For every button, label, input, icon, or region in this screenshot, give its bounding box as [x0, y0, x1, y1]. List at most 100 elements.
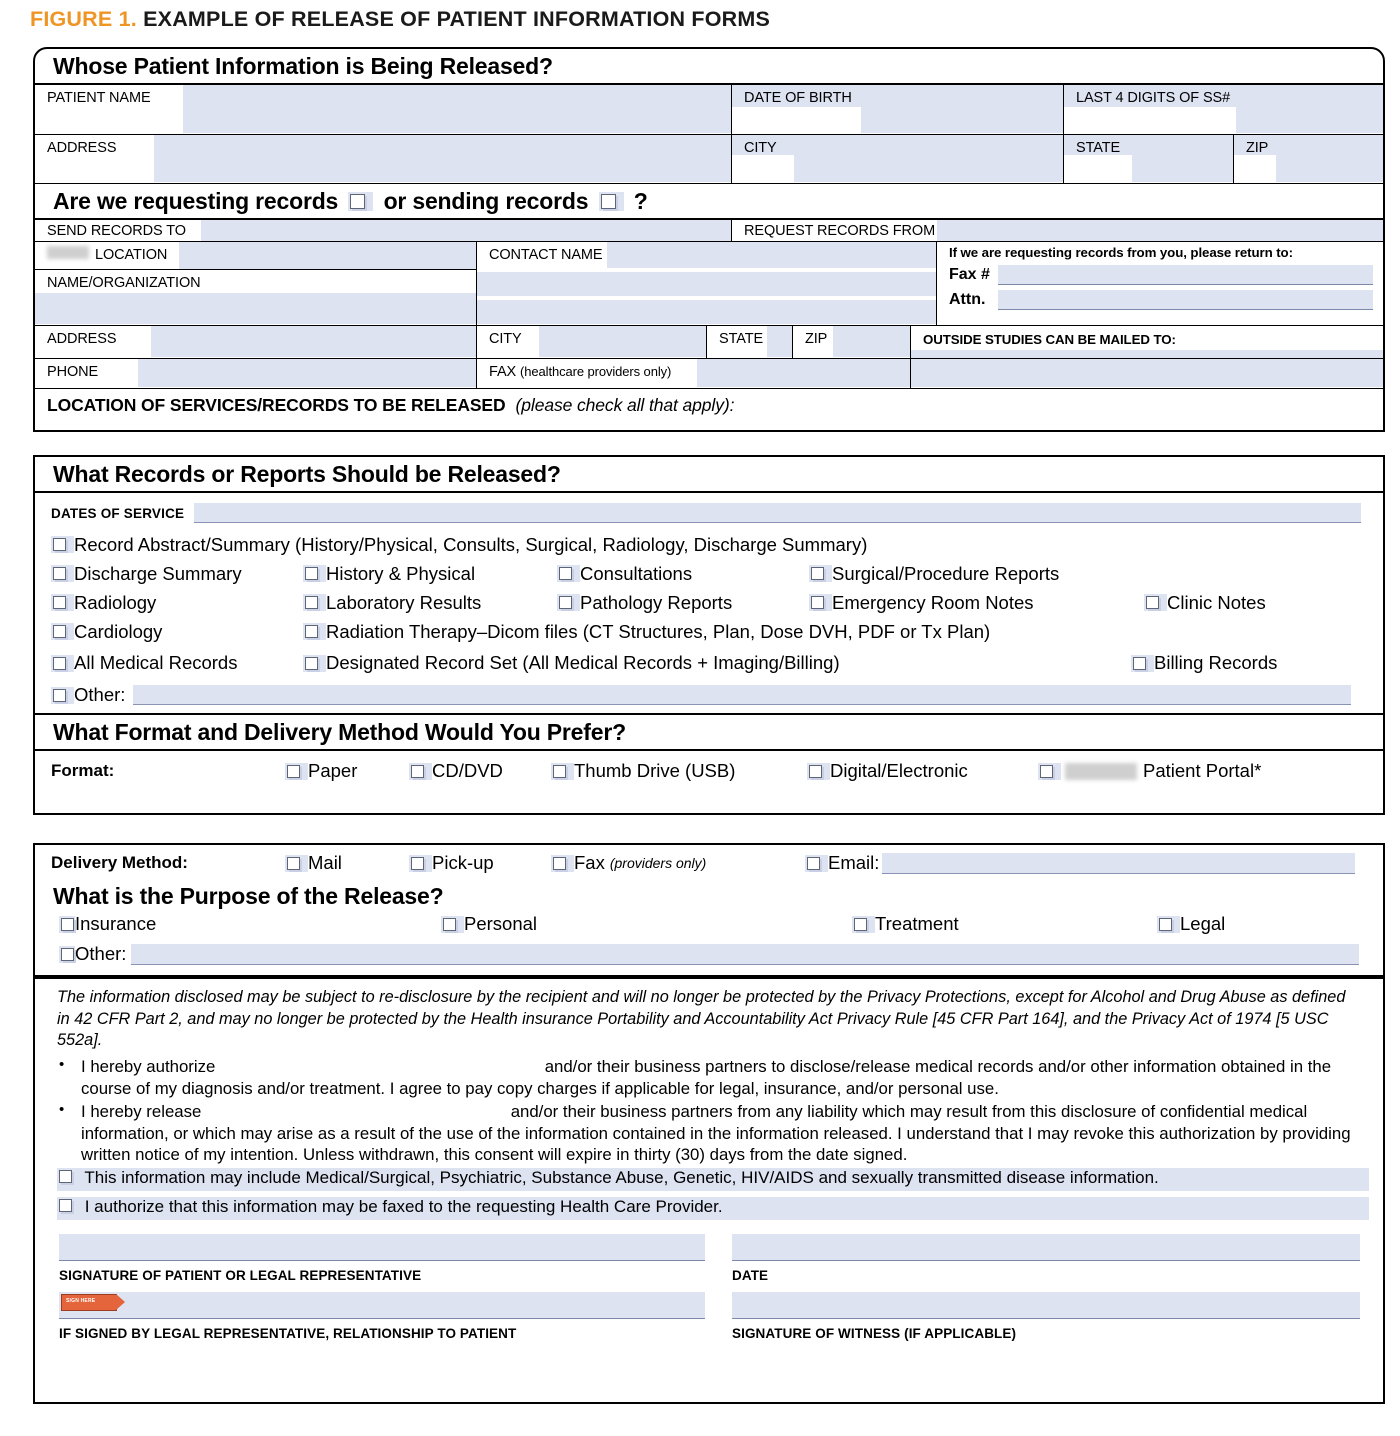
checkbox-item-authorize-fax[interactable]: I authorize that this information may be…	[57, 1197, 1369, 1224]
field-requester-address[interactable]: ADDRESS	[35, 326, 477, 359]
checkbox-item-history-physical[interactable]: History & Physical	[303, 563, 475, 585]
checkbox-item-format-digital-electronic[interactable]: Digital/Electronic	[807, 760, 968, 782]
checkbox-cardiology[interactable]	[53, 625, 66, 639]
checkbox-item-radiation-therapy-dicom[interactable]: Radiation Therapy–Dicom files (CT Struct…	[303, 621, 990, 643]
field-requester-state[interactable]: STATE	[707, 326, 793, 359]
checkbox-format-paper[interactable]	[287, 764, 300, 778]
checkbox-emergency-room-notes[interactable]	[811, 596, 824, 610]
field-last4-ssn[interactable]: LAST 4 DIGITS OF SS#	[1064, 85, 1383, 134]
field-name-organization[interactable]: NAME/ORGANIZATION	[35, 270, 476, 325]
checkbox-item-delivery-email[interactable]: Email:	[805, 852, 1355, 874]
checkbox-format-patient-portal[interactable]	[1040, 764, 1053, 778]
field-fax-providers[interactable]: FAX (healthcare providers only)	[477, 359, 911, 389]
checkbox-all-medical-records[interactable]	[53, 656, 66, 670]
checkbox-surgical-procedure-reports[interactable]	[811, 567, 824, 581]
checkbox-purpose-personal[interactable]	[443, 917, 456, 931]
field-attn[interactable]: Attn.	[949, 290, 1373, 311]
field-contact-name[interactable]: CONTACT NAME	[477, 242, 937, 326]
checkbox-radiology[interactable]	[53, 596, 66, 610]
checkbox-designated-record-set[interactable]	[305, 656, 318, 670]
field-outside-studies[interactable]: OUTSIDE STUDIES CAN BE MAILED TO:	[911, 326, 1383, 359]
checkbox-discharge-summary[interactable]	[53, 567, 66, 581]
checkbox-item-delivery-fax[interactable]: Fax (providers only)	[551, 852, 706, 874]
field-send-records-to[interactable]: SEND RECORDS TO	[35, 220, 732, 242]
label-name-organization: NAME/ORGANIZATION	[47, 275, 201, 292]
checkbox-item-pathology-reports[interactable]: Pathology Reports	[557, 592, 732, 614]
field-requester-city[interactable]: CITY	[477, 326, 707, 359]
checkbox-item-delivery-mail[interactable]: Mail	[285, 852, 342, 874]
checkbox-item-billing-records[interactable]: Billing Records	[1131, 652, 1277, 674]
checkbox-pathology-reports[interactable]	[559, 596, 572, 610]
checkbox-item-emergency-room-notes[interactable]: Emergency Room Notes	[809, 592, 1034, 614]
field-patient-city[interactable]: CITY	[732, 135, 1064, 184]
checkbox-billing-records[interactable]	[1133, 656, 1146, 670]
checkbox-delivery-mail[interactable]	[287, 856, 300, 870]
checkbox-purpose-other[interactable]	[61, 947, 74, 961]
checkbox-item-format-patient-portal[interactable]: Patient Portal*	[1038, 760, 1261, 782]
field-dates-of-service[interactable]: DATES OF SERVICE	[51, 502, 1383, 524]
field-outside-studies-value[interactable]	[911, 359, 1383, 388]
checkbox-sending-records[interactable]	[600, 194, 616, 210]
checkbox-item-clinic-notes[interactable]: Clinic Notes	[1144, 592, 1266, 614]
checkbox-purpose-insurance[interactable]	[61, 917, 74, 931]
checkbox-purpose-treatment[interactable]	[854, 917, 867, 931]
checkbox-authorize-fax[interactable]	[59, 1199, 72, 1213]
checkbox-requesting-records-pad[interactable]	[348, 192, 374, 212]
field-patient-zip[interactable]: ZIP	[1234, 135, 1383, 183]
checkbox-format-digital-electronic[interactable]	[809, 764, 822, 778]
checkbox-laboratory-results[interactable]	[305, 596, 318, 610]
checkbox-item-format-thumb-drive[interactable]: Thumb Drive (USB)	[551, 760, 735, 782]
checkbox-item-purpose-treatment[interactable]: Treatment	[852, 913, 959, 935]
checkbox-item-purpose-legal[interactable]: Legal	[1157, 913, 1225, 935]
field-request-records-from[interactable]: REQUEST RECORDS FROM	[732, 220, 1383, 242]
field-purpose-other[interactable]: Other:	[59, 943, 1359, 965]
checkbox-record-abstract-summary[interactable]	[53, 538, 66, 552]
checkbox-purpose-legal[interactable]	[1159, 917, 1172, 931]
checkbox-history-physical[interactable]	[305, 567, 318, 581]
checkbox-item-discharge-summary[interactable]: Discharge Summary	[51, 563, 242, 585]
checkbox-item-consultations[interactable]: Consultations	[557, 563, 692, 585]
field-requester-zip[interactable]: ZIP	[793, 326, 911, 359]
label-requester-zip: ZIP	[805, 331, 828, 348]
checkbox-item-cardiology[interactable]: Cardiology	[51, 621, 162, 643]
checkbox-delivery-pickup[interactable]	[411, 856, 424, 870]
checkbox-consultations[interactable]	[559, 567, 572, 581]
field-location[interactable]: LOCATION	[35, 242, 476, 271]
input-signature-witness[interactable]	[732, 1292, 1360, 1320]
checkbox-radiation-therapy-dicom[interactable]	[305, 625, 318, 639]
checkbox-include-sensitive-info[interactable]	[59, 1170, 72, 1184]
field-patient-address[interactable]: ADDRESS	[35, 135, 732, 184]
field-records-other[interactable]: Other:	[51, 684, 1383, 706]
input-signature-patient[interactable]	[59, 1234, 705, 1262]
checkbox-item-all-medical-records[interactable]: All Medical Records	[51, 652, 237, 674]
checkbox-item-laboratory-results[interactable]: Laboratory Results	[303, 592, 481, 614]
checkbox-clinic-notes[interactable]	[1146, 596, 1159, 610]
checkbox-requesting-records[interactable]	[350, 194, 366, 210]
checkbox-item-surgical-procedure-reports[interactable]: Surgical/Procedure Reports	[809, 563, 1059, 585]
checkbox-records-other[interactable]	[53, 688, 66, 702]
checkbox-item-delivery-pickup[interactable]: Pick-up	[409, 852, 494, 874]
input-signature-date[interactable]	[732, 1234, 1360, 1262]
sign-here-tag-icon: SIGN HERE	[61, 1294, 125, 1312]
checkbox-sending-records-pad[interactable]	[598, 192, 624, 212]
checkbox-item-record-abstract-summary[interactable]: Record Abstract/Summary (History/Physica…	[51, 534, 867, 556]
checkbox-item-radiology[interactable]: Radiology	[51, 592, 156, 614]
checkbox-item-purpose-personal[interactable]: Personal	[441, 913, 537, 935]
field-phone[interactable]: PHONE	[35, 359, 477, 389]
checkbox-delivery-email[interactable]	[807, 856, 820, 870]
checkbox-item-format-cd-dvd[interactable]: CD/DVD	[409, 760, 503, 782]
field-patient-name[interactable]: PATIENT NAME	[35, 85, 732, 135]
field-fax-number[interactable]: Fax #	[949, 265, 1373, 286]
field-date-of-birth[interactable]: DATE OF BIRTH	[732, 85, 1064, 135]
label-format-digital-electronic: Digital/Electronic	[830, 760, 968, 782]
checkbox-delivery-fax[interactable]	[553, 856, 566, 870]
checkbox-item-include-sensitive-info[interactable]: This information may include Medical/Sur…	[57, 1168, 1369, 1195]
checkbox-format-cd-dvd[interactable]	[411, 764, 424, 778]
checkbox-format-thumb-drive[interactable]	[553, 764, 566, 778]
field-patient-state[interactable]: STATE	[1064, 135, 1234, 184]
input-signature-relationship[interactable]	[59, 1292, 705, 1320]
checkbox-item-purpose-insurance[interactable]: Insurance	[59, 913, 156, 935]
label-zip: ZIP	[1246, 140, 1269, 157]
checkbox-item-designated-record-set[interactable]: Designated Record Set (All Medical Recor…	[303, 652, 840, 674]
checkbox-item-format-paper[interactable]: Paper	[285, 760, 357, 782]
